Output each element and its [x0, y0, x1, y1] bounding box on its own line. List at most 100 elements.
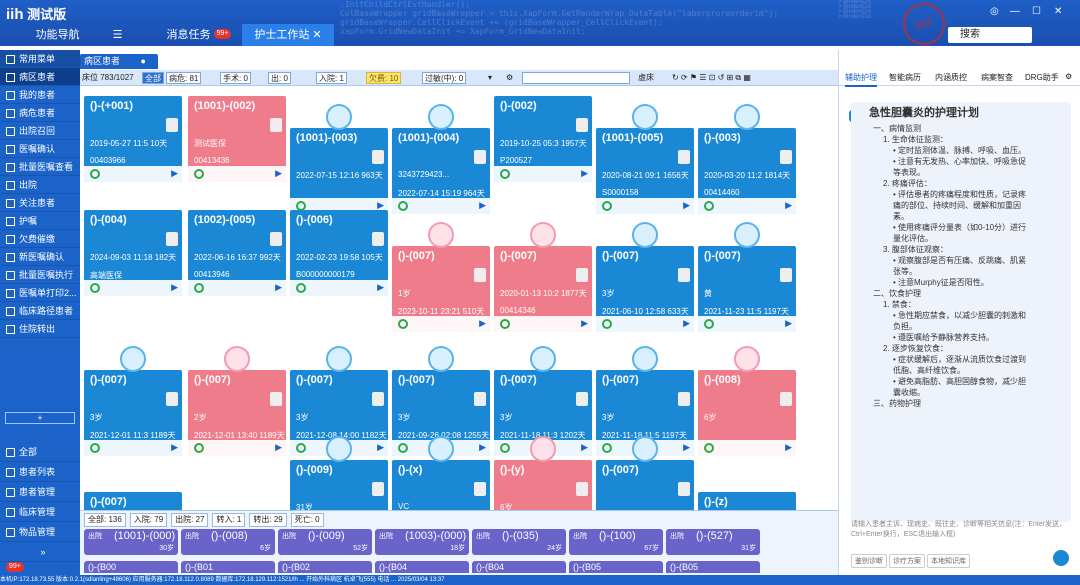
patient-card[interactable]: ()-(006) 2022-02-23 19:58 105天 B0000000001… — [290, 210, 388, 296]
discharge-bed[interactable]: 出院 ()-(009) 52岁 — [278, 529, 372, 555]
discharge-bed-row2[interactable]: ()-(B01 — [181, 561, 275, 573]
play-arrow-icon[interactable]: ▶ — [785, 442, 792, 453]
patient-card[interactable]: ()-(007) — [84, 492, 182, 512]
pin-icon[interactable]: ● — [141, 56, 146, 66]
sidebar-item[interactable]: 临床路径患者 — [0, 302, 80, 320]
patient-card[interactable]: ()-(004) 2024-09-03 11:18 182天 高端医保 ▶ — [84, 210, 182, 296]
patient-card[interactable]: ()-(007) 2020-01-13 10:2 1877天 00414346 ▶ — [494, 246, 592, 332]
patient-card[interactable]: ()-(008) 6岁 ▶ — [698, 370, 796, 456]
close-icon[interactable]: ✕ — [312, 29, 321, 41]
discharge-bed-row2[interactable]: ()-(B00 — [84, 561, 178, 573]
menu-icon[interactable]: ☰ — [113, 29, 123, 41]
filter-critical[interactable]: 病危: 81 — [166, 72, 202, 84]
play-arrow-icon[interactable]: ▶ — [479, 200, 486, 211]
patient-card[interactable]: ()-(002) 2019-10-25 05:3 1957天 P200527 ▶ — [494, 96, 592, 182]
minimize-icon[interactable]: — — [1010, 6, 1020, 17]
play-arrow-icon[interactable]: ▶ — [275, 442, 282, 453]
sidebar-bottom-item[interactable]: 临床管理 — [0, 502, 80, 522]
virtual-bed-label[interactable]: 虚床 — [636, 72, 656, 84]
sidebar-item[interactable]: 护嘱 — [0, 212, 80, 230]
tab-ward-patients[interactable]: 病区患者 ● — [80, 54, 158, 69]
patient-card[interactable]: ()-(007) 黄 2021-11-23 11:5 1197天 ▶ — [698, 246, 796, 332]
sidebar-bottom-item[interactable]: 患者管理 — [0, 482, 80, 502]
discharge-bed-row2[interactable]: ()-(B05 — [569, 561, 663, 573]
discharge-bed[interactable]: 出院 ()-(100) 67岁 — [569, 529, 663, 555]
play-arrow-icon[interactable]: ▶ — [785, 200, 792, 211]
filter-overdue[interactable]: 过敏(中): 0 — [422, 72, 467, 84]
toolbar-icons[interactable]: ↻ ⟳ ⚑ ☰ ⊡ ↺ ⊞ ⧉ ▦ — [670, 72, 753, 84]
btn-diagnosis[interactable]: 鉴别诊断 — [851, 554, 887, 568]
sidebar-item[interactable]: 医嘱确认 — [0, 140, 80, 158]
maximize-icon[interactable]: ☐ — [1032, 6, 1041, 17]
sidebar-item[interactable]: 出院召回 — [0, 122, 80, 140]
sidebar-item[interactable]: 关注患者 — [0, 194, 80, 212]
discharge-bed-row2[interactable]: ()-(B02 — [278, 561, 372, 573]
filter-arrears[interactable]: 欠费: 10 — [366, 72, 402, 84]
count-out[interactable]: 出院: 27 — [171, 513, 209, 527]
play-arrow-icon[interactable]: ▶ — [275, 168, 282, 179]
play-arrow-icon[interactable]: ▶ — [479, 442, 486, 453]
tab-messages[interactable]: 消息任务 99+ — [158, 24, 240, 46]
play-arrow-icon[interactable]: ▶ — [275, 282, 282, 293]
play-arrow-icon[interactable]: ▶ — [785, 318, 792, 329]
tab-function-nav[interactable]: 功能导航 ☰ — [0, 24, 158, 46]
patient-card[interactable]: (1001)-(002) 测试医保 00413436 ▶ — [188, 96, 286, 182]
patient-card[interactable]: ()-(003) 2020-03-20 11:2 1814天 00414460 ▶ — [698, 128, 796, 214]
play-arrow-icon[interactable]: ▶ — [171, 168, 178, 179]
play-arrow-icon[interactable]: ▶ — [581, 168, 588, 179]
sidebar-item[interactable]: 批量医嘱查看 — [0, 158, 80, 176]
filter-admit[interactable]: 入院: 1 — [316, 72, 347, 84]
sidebar-item[interactable]: 欠费催缴 — [0, 230, 80, 248]
sidebar-item[interactable]: 新医嘱确认 — [0, 248, 80, 266]
patient-card[interactable]: ()-(007) 2岁 2021-12-01 13:40 1189天 ▶ — [188, 370, 286, 456]
patient-card[interactable]: (1001)-(004) 3243729423... 2022-07-14 15:1… — [392, 128, 490, 214]
settings-icon[interactable]: ⚙ — [1065, 72, 1072, 81]
discharge-bed[interactable]: 出院 ()-(035) 24岁 — [472, 529, 566, 555]
btn-treatment[interactable]: 诊疗方案 — [889, 554, 925, 568]
tab-quality[interactable]: 内涵质控 — [935, 72, 967, 83]
play-arrow-icon[interactable]: ▶ — [683, 318, 690, 329]
filter-other[interactable]: 出: 0 — [268, 72, 291, 84]
count-death[interactable]: 死亡: 0 — [290, 513, 324, 527]
sidebar-item[interactable]: 批量医嘱执行 — [0, 266, 80, 284]
sidebar-item[interactable]: 我的患者 — [0, 86, 80, 104]
patient-card[interactable]: (1001)-(003) 2022-07-15 12:16 963天 ▶ — [290, 128, 388, 214]
close-window-icon[interactable]: ✕ — [1054, 6, 1062, 17]
sidebar-item[interactable]: 出院 — [0, 176, 80, 194]
tab-smart-record[interactable]: 智能病历 — [889, 72, 921, 83]
play-arrow-icon[interactable]: ▶ — [171, 282, 178, 293]
patient-card[interactable]: ()-(007) 3岁 2021-12-01 11:3 1189天 ▶ — [84, 370, 182, 456]
toolbar-search-input[interactable] — [522, 72, 630, 84]
count-admit[interactable]: 入院: 79 — [129, 513, 168, 527]
sidebar-item[interactable]: 病危患者 — [0, 104, 80, 122]
patient-card[interactable]: ()-(z) — [698, 492, 796, 512]
discharge-bed-row2[interactable]: ()-(B05 — [666, 561, 760, 573]
play-arrow-icon[interactable]: ▶ — [377, 442, 384, 453]
discharge-bed[interactable]: 出院 (1001)-(000) 30岁 — [84, 529, 178, 555]
play-arrow-icon[interactable]: ▶ — [377, 282, 384, 293]
btn-knowledge[interactable]: 本地知识库 — [927, 554, 970, 568]
search-box[interactable]: 搜索 — [948, 27, 1032, 43]
dropdown-icon[interactable]: ▾ — [486, 72, 494, 84]
sidebar-bottom-item[interactable]: 患者列表 — [0, 462, 80, 482]
discharge-bed[interactable]: 出院 ()-(527) 31岁 — [666, 529, 760, 555]
play-arrow-icon[interactable]: ▶ — [683, 442, 690, 453]
tab-assist-nursing[interactable]: 辅助护理 — [845, 72, 877, 87]
discharge-bed-row2[interactable]: ()-(B04 — [375, 561, 469, 573]
discharge-bed[interactable]: 出院 ()-(008) 6岁 — [181, 529, 275, 555]
tab-drg[interactable]: DRG助手 — [1025, 72, 1059, 83]
sidebar-item[interactable]: 病区患者 — [0, 68, 80, 86]
tab-case-review[interactable]: 病案智查 — [981, 72, 1013, 83]
add-menu-button[interactable]: + — [5, 412, 75, 424]
patient-card[interactable]: (1001)-(005) 2020-08-21 09:1 1656天 S000015… — [596, 128, 694, 214]
sidebar-header[interactable]: 常用菜单 — [0, 50, 80, 68]
patient-card[interactable]: ()-(007) 1岁 2023-10-11 23:21 510天 ▶ — [392, 246, 490, 332]
sidebar-item[interactable]: 医嘱单打印2... — [0, 284, 80, 302]
filter-surgery[interactable]: 手术: 0 — [220, 72, 251, 84]
play-arrow-icon[interactable]: ▶ — [479, 318, 486, 329]
discharge-bed-row2[interactable]: ()-(B04 — [472, 561, 566, 573]
count-transfer[interactable]: 转入: 1 — [212, 513, 246, 527]
count-transferout[interactable]: 转出: 29 — [249, 513, 287, 527]
patient-card[interactable]: (1002)-(005) 2022-06-16 16:37 992天 0041394… — [188, 210, 286, 296]
count-all[interactable]: 全部: 136 — [84, 513, 126, 527]
